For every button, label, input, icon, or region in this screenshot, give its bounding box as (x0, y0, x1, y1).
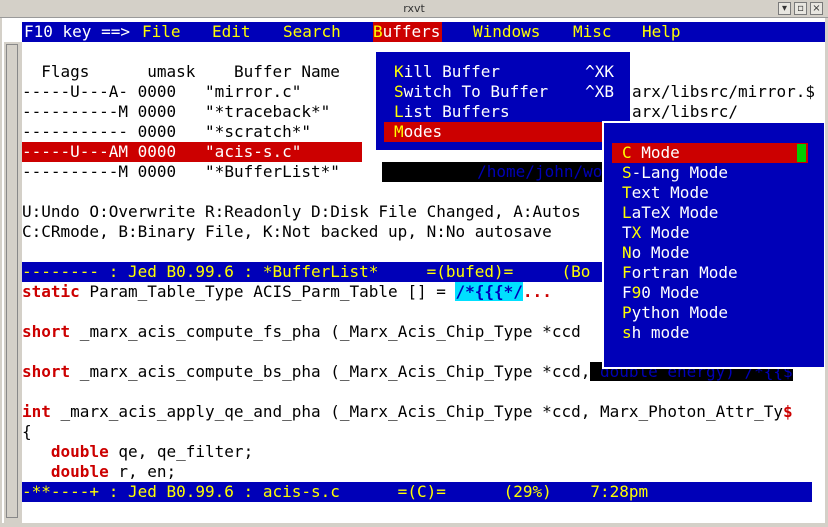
code-line[interactable]: int _marx_acis_apply_qe_and_pha (_Marx_A… (22, 402, 793, 422)
code-line[interactable]: static Param_Table_Type ACIS_Parm_Table … (22, 282, 552, 302)
buffer-path: arx/libsrc/ (632, 102, 738, 121)
flags-legend-2: C:CRmode, B:Binary File, K:Not backed up… (22, 222, 552, 241)
buffer-path: /home/john/wor (382, 162, 612, 182)
menu-help[interactable]: Help (642, 22, 681, 42)
window-title: rxvt (403, 2, 425, 15)
menu-buffers[interactable]: Buffers (373, 22, 443, 42)
mode-f90[interactable]: F90 Mode (622, 283, 699, 303)
buffer-path: arx/libsrc/mirror.$ (632, 82, 816, 101)
code-line[interactable]: double qe, qe_filter; (22, 442, 253, 462)
terminal-area[interactable]: F10 key ==> File Edit Search Buffers Win… (2, 18, 825, 523)
mode-fortran[interactable]: Fortran Mode (622, 263, 738, 283)
buffers-menu: Kill Buffer ^XK Switch To Buffer ^XB List … (374, 50, 632, 152)
mode-tex[interactable]: TX Mode (622, 223, 689, 243)
mode-latex[interactable]: LaTeX Mode (622, 203, 718, 223)
buffer-row[interactable]: ----------M 0000 "*BufferList*" (22, 162, 340, 182)
text-cursor (797, 144, 806, 162)
menu-search[interactable]: Search (283, 22, 341, 42)
buffer-row-selected[interactable]: -----U---AM 0000 "acis-s.c" (22, 142, 362, 162)
mode-sh[interactable]: sh mode (622, 323, 689, 343)
menu-file[interactable]: File (142, 22, 181, 42)
mode-c[interactable]: C Mode (612, 143, 808, 163)
status-line-editor: -**----+ : Jed B0.99.6 : acis-s.c =(C)= … (22, 482, 812, 502)
mode-text[interactable]: Text Mode (622, 183, 709, 203)
mode-no[interactable]: No Mode (622, 243, 689, 263)
buffer-row[interactable]: ----------M 0000 "*traceback*" (22, 102, 330, 122)
buffer-row[interactable]: -----U---A- 0000 "mirror.c" (22, 82, 301, 102)
window-titlebar[interactable]: rxvt ▾ ▫ × (0, 0, 828, 18)
menu-item-kill-buffer[interactable]: Kill Buffer ^XK (394, 62, 624, 82)
code-line[interactable]: short _marx_acis_compute_fs_pha (_Marx_A… (22, 322, 581, 342)
menu-item-modes[interactable]: Modes> (384, 122, 624, 142)
menubar-prefix: F10 key ==> (24, 22, 130, 41)
menubar: F10 key ==> File Edit Search Buffers Win… (22, 22, 825, 42)
buffer-list-header: Flags umask Buffer Name (41, 62, 340, 81)
menu-misc[interactable]: Misc (573, 22, 612, 42)
buffer-row[interactable]: ----------- 0000 "*scratch*" (22, 122, 311, 142)
menu-edit[interactable]: Edit (212, 22, 251, 42)
menu-windows[interactable]: Windows (473, 22, 540, 42)
mode-slang[interactable]: S-Lang Mode (622, 163, 728, 183)
close-button[interactable]: × (810, 2, 823, 15)
modes-menu: C Mode S-Lang Mode Text Mode LaTeX Mode … (602, 121, 825, 369)
maximize-button[interactable]: ▫ (794, 2, 807, 15)
scrollbar-thumb[interactable] (6, 44, 18, 518)
menu-item-switch-to-buffer[interactable]: Switch To Buffer ^XB (394, 82, 624, 102)
code-line[interactable]: double r, en; (22, 462, 176, 482)
mode-python[interactable]: Python Mode (622, 303, 728, 323)
menu-item-list-buffers[interactable]: List Buffers (394, 102, 624, 122)
code-line[interactable]: { (22, 422, 32, 442)
scrollbar[interactable] (4, 42, 22, 523)
minimize-button[interactable]: ▾ (778, 2, 791, 15)
flags-legend-1: U:Undo O:Overwrite R:Readonly D:Disk Fil… (22, 202, 581, 221)
